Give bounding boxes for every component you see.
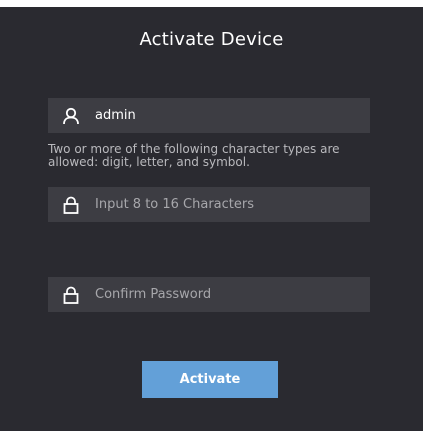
- dialog-title: Activate Device: [139, 29, 284, 50]
- password-input[interactable]: [93, 187, 370, 222]
- username-field: [48, 98, 370, 133]
- password-rule-hint: Two or more of the following character t…: [48, 142, 340, 169]
- username-input[interactable]: [93, 98, 370, 133]
- activate-device-dialog: Activate Device Two or more of the follo…: [0, 7, 423, 431]
- activate-button[interactable]: Activate: [142, 361, 278, 398]
- confirm-password-field: [48, 277, 370, 312]
- confirm-password-input[interactable]: [93, 277, 370, 312]
- user-icon: [48, 98, 93, 133]
- lock-icon: [48, 277, 93, 312]
- password-field: [48, 187, 370, 222]
- lock-icon: [48, 187, 93, 222]
